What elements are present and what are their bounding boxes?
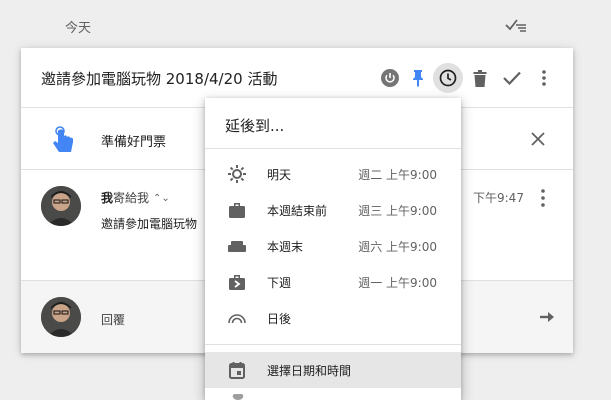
reminder-text: 準備好門票 (101, 135, 167, 150)
section-title: 今天 (65, 21, 92, 36)
avatar (41, 186, 81, 226)
snooze-option-time: 週六 上午9:00 (358, 240, 437, 254)
snooze-option-pick-date[interactable]: 選擇日期和時間 (205, 352, 461, 388)
email-snippet: 邀請參加電腦玩物 (101, 217, 198, 231)
power-icon (381, 69, 399, 87)
recipient-text: 寄給我 (113, 191, 150, 205)
email-time: 下午9:47 (473, 191, 524, 205)
done-button[interactable] (497, 63, 527, 93)
close-icon[interactable] (529, 130, 547, 148)
email-from: 我寄給我 ⌃⌄ (101, 189, 170, 206)
snooze-option-label: 日後 (267, 312, 292, 326)
snooze-option-this-weekend[interactable]: 本週末 週六 上午9:00 (205, 228, 461, 264)
calendar-icon (229, 362, 245, 379)
reply-label: 回覆 (101, 313, 126, 327)
trash-icon (473, 69, 487, 87)
snooze-menu-title: 延後到... (225, 117, 285, 135)
snooze-option-time: 週三 上午9:00 (358, 204, 437, 218)
menu-divider (205, 148, 461, 149)
couch-icon (228, 241, 246, 252)
snooze-option-someday[interactable]: 日後 (205, 300, 461, 336)
section-header: 今天 (0, 0, 611, 48)
snooze-option-next-week[interactable]: 下週 週一 上午9:00 (205, 264, 461, 300)
more-vert-icon[interactable] (533, 186, 553, 210)
snooze-clock-icon (439, 69, 457, 87)
power-button[interactable] (375, 63, 405, 93)
hand-point-icon (53, 126, 73, 152)
pin-icon (413, 70, 423, 87)
sweep-done-icon[interactable] (504, 16, 528, 34)
menu-divider (205, 344, 461, 345)
avatar (41, 297, 81, 337)
snooze-option-time: 週一 上午9:00 (358, 276, 437, 290)
sun-icon (228, 165, 246, 183)
snooze-option-label: 明天 (267, 168, 292, 182)
sender-name: 我 (101, 191, 114, 205)
snooze-option-tomorrow[interactable]: 明天 週二 上午9:00 (205, 156, 461, 192)
snooze-option-time: 週二 上午9:00 (358, 168, 437, 182)
snooze-option-label: 本週結束前 (267, 204, 328, 218)
card-title: 邀請參加電腦玩物 2018/4/20 活動 (41, 70, 278, 88)
rainbow-icon (228, 314, 246, 324)
snooze-button[interactable] (433, 63, 463, 93)
snooze-option-label: 本週末 (267, 240, 304, 254)
briefcase-next-icon (229, 275, 245, 290)
delete-button[interactable] (465, 63, 495, 93)
snooze-menu: 延後到... 明天 週二 上午9:00 本週結束前 週三 上午9:00 本週末 … (205, 98, 461, 400)
more-button[interactable] (529, 63, 559, 93)
more-vert-icon (542, 70, 546, 86)
place-icon (232, 394, 244, 400)
pin-button[interactable] (403, 63, 433, 93)
snooze-option-label: 選擇日期和時間 (267, 364, 352, 378)
snooze-option-later-this-week[interactable]: 本週結束前 週三 上午9:00 (205, 192, 461, 228)
done-check-icon (503, 71, 521, 85)
briefcase-icon (229, 203, 245, 218)
chevron-up-down-icon[interactable]: ⌃⌄ (153, 193, 170, 204)
snooze-option-label: 下週 (267, 276, 292, 290)
arrow-right-icon[interactable] (539, 309, 555, 325)
